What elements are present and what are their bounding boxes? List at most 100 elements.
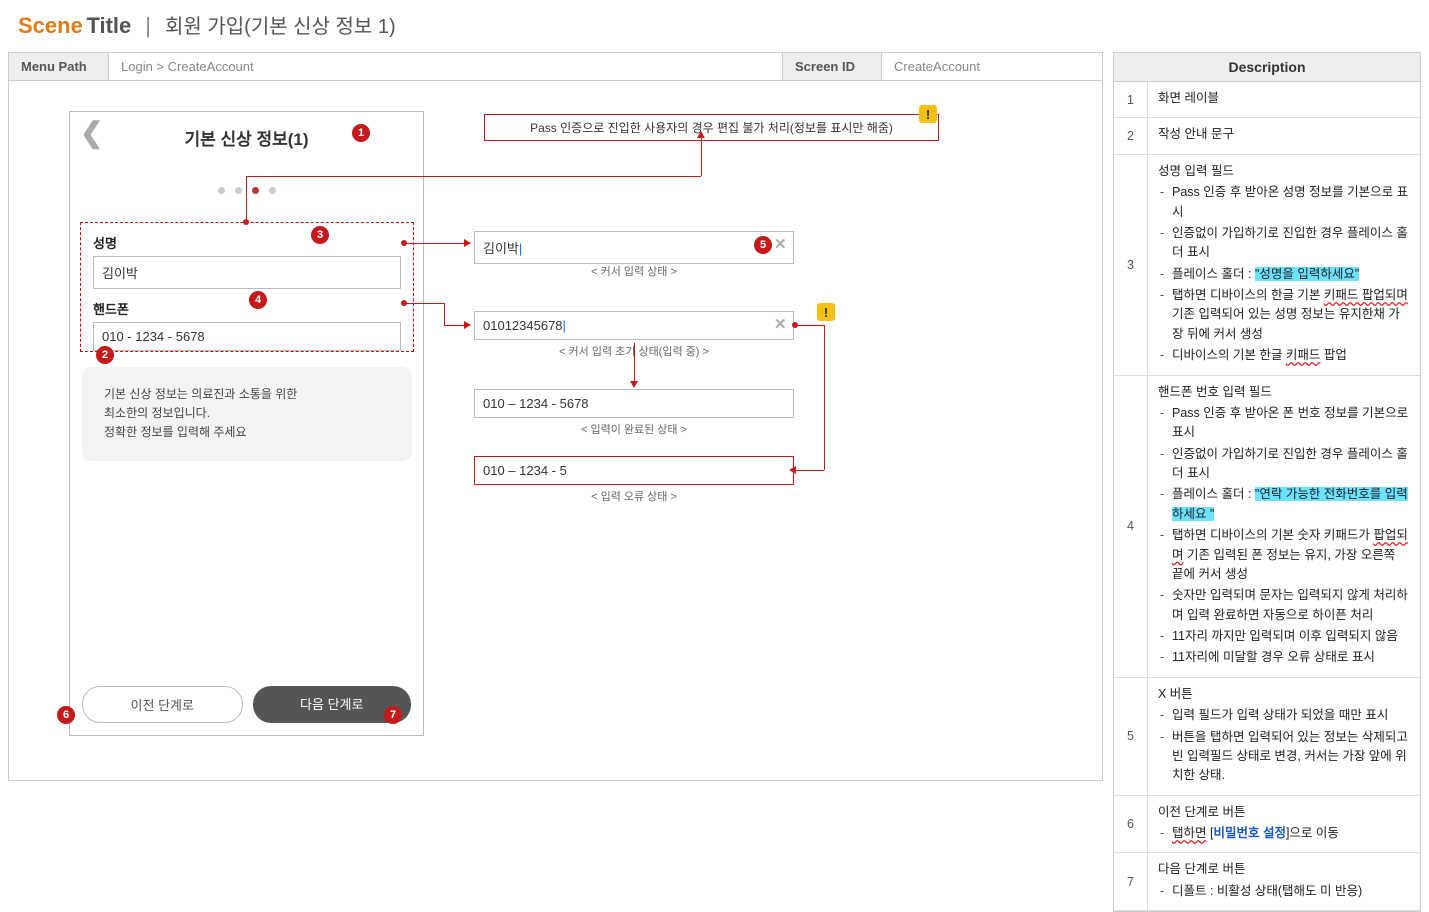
progress-dot [269,187,276,194]
annotation-marker-3: 3 [311,226,329,244]
guidance-message: 기본 신상 정보는 의료진과 소통을 위한 최소한의 정보입니다. 정확한 정보… [82,367,412,461]
description-item: 인증없이 가입하기로 진입한 경우 플레이스 홀더 표시 [1158,224,1410,263]
connector-dot [401,240,407,246]
state-caption-phone-error: < 입력 오류 상태 > [474,488,794,504]
editable-fields-group: 성명 김이박 핸드폰 010 - 1234 - 5678 [80,222,414,352]
progress-dot [218,187,225,194]
connector-line [444,325,466,326]
description-item: 디바이스의 기본 한글 키패드 팝업 [1158,346,1410,365]
description-item: 숫자만 입력되며 문자는 입력되지 않게 처리하며 입력 완료하면 자동으로 하… [1158,586,1410,625]
description-row-body: 다음 단계로 버튼디폴트 : 비활성 상태(탭해도 미 반응) [1148,853,1420,910]
warning-icon: ! [817,303,835,321]
description-row: 6이전 단계로 버튼탭하면 [비밀번호 설정]으로 이동 [1114,796,1420,854]
description-row: 7다음 단계로 버튼디폴트 : 비활성 상태(탭해도 미 반응) [1114,853,1420,911]
progress-dot-active [252,187,259,194]
annotation-marker-5: 5 [754,236,772,254]
text-cursor-icon: | [563,318,566,333]
menu-path-value: Login > CreateAccount [109,53,782,80]
clear-icon[interactable]: ✕ [774,315,787,333]
menu-path-label: Menu Path [9,53,109,80]
connector-dot [401,300,407,306]
connector-line [246,176,701,177]
description-row: 4핸드폰 번호 입력 필드Pass 인증 후 받아온 폰 번호 정보를 기본으로… [1114,376,1420,678]
description-item: 탭하면 디바이스의 기본 숫자 키패드가 팝업되며 기존 입력된 폰 정보는 유… [1158,526,1410,584]
connector-line [634,343,635,385]
description-row: 2 작성 안내 문구 [1114,118,1420,154]
meta-bar: Menu Path Login > CreateAccount Screen I… [8,52,1103,81]
description-item: 플레이스 홀더 : "연락 가능한 전화번호를 입력하세요 " [1158,485,1410,524]
prev-step-button[interactable]: 이전 단계로 [82,686,243,723]
phone-input[interactable]: 010 - 1234 - 5678 [93,322,401,351]
scene-label: Scene Title [18,13,131,39]
connector-dot [243,219,249,225]
annotation-marker-4: 4 [249,291,267,309]
connector-line [794,325,824,326]
text-cursor-icon: | [519,241,522,256]
connector-line [246,176,247,222]
description-row-number: 7 [1114,853,1148,910]
state-caption-name-cursor: < 커서 입력 상태 > [474,263,794,279]
guidance-line: 기본 신상 정보는 의료진과 소통을 위한 [104,385,390,404]
description-heading: Description [1114,53,1420,82]
description-item: 탭하면 디바이스의 한글 기본 키패드 팝업되며 기존 입력되어 있는 성명 정… [1158,286,1410,344]
description-row-number: 3 [1114,155,1148,375]
annotation-marker-7: 7 [384,706,402,724]
description-item: Pass 인증 후 받아온 폰 번호 정보를 기본으로 표시 [1158,404,1410,443]
description-row-title: 핸드폰 번호 입력 필드 [1158,383,1410,402]
description-row-body: X 버튼입력 필드가 입력 상태가 되었을 때만 표시버튼을 탭하면 입력되어 … [1148,678,1420,795]
annotation-marker-1: 1 [352,124,370,142]
description-row-body: 작성 안내 문구 [1148,118,1420,153]
state-caption-phone-done: < 입력이 완료된 상태 > [474,421,794,437]
description-row-number: 6 [1114,796,1148,853]
phone-input-typing-example: 01012345678| [474,311,794,340]
guidance-line: 최소한의 정보입니다. [104,404,390,423]
arrow-right-icon [464,321,471,329]
description-row-title: 성명 입력 필드 [1158,162,1410,181]
description-item: 플레이스 홀더 : "성명을 입력하세요" [1158,265,1410,284]
description-row-title: 이전 단계로 버튼 [1158,803,1410,822]
phone-input-done-example: 010 – 1234 - 5678 [474,389,794,418]
screen-id-label: Screen ID [782,53,882,80]
name-input-focused-example: 김이박| [474,231,794,264]
clear-icon[interactable]: ✕ [774,235,787,253]
page-subtitle: 회원 가입(기본 신상 정보 1) [165,10,396,39]
description-row-body: 성명 입력 필드 Pass 인증 후 받아온 성명 정보를 기본으로 표시인증없이… [1148,155,1420,375]
progress-dot [235,187,242,194]
page-header: Scene Title | 회원 가입(기본 신상 정보 1) [0,0,1429,52]
connector-line [794,470,824,471]
description-row-body: 화면 레이블 [1148,82,1420,117]
description-item: 11자리에 미달할 경우 오류 상태로 표시 [1158,648,1410,667]
phone-input-error-example: 010 – 1234 - 5 [474,456,794,485]
description-row-body: 핸드폰 번호 입력 필드 Pass 인증 후 받아온 폰 번호 정보를 기본으로 … [1148,376,1420,677]
connector-line [404,303,444,304]
arrow-down-icon [630,381,638,388]
annotation-marker-6: 6 [57,706,75,724]
connector-line [824,325,825,470]
connector-line [444,303,445,325]
arrow-right-icon [464,239,471,247]
description-row: 5X 버튼입력 필드가 입력 상태가 되었을 때만 표시버튼을 탭하면 입력되어… [1114,678,1420,796]
screen-id-value: CreateAccount [882,53,1102,80]
description-row-number: 2 [1114,118,1148,153]
connector-line [404,243,464,244]
name-label: 성명 [93,233,401,252]
description-item: 디폴트 : 비활성 상태(탭해도 미 반응) [1158,882,1410,901]
name-input[interactable]: 김이박 [93,256,401,289]
description-item: 탭하면 [비밀번호 설정]으로 이동 [1158,824,1410,843]
description-item: 입력 필드가 입력 상태가 되었을 때만 표시 [1158,706,1410,725]
arrow-left-icon [789,466,796,474]
screen-title: 기본 신상 정보(1) [184,125,308,150]
description-item: Pass 인증 후 받아온 성명 정보를 기본으로 표시 [1158,183,1410,222]
pass-auth-note: Pass 인증으로 진입한 사용자의 경우 편집 불가 처리(정보를 표시만 해… [484,114,939,141]
description-row-number: 5 [1114,678,1148,795]
back-chevron-icon[interactable]: ❮ [80,124,102,146]
description-item: 버튼을 탭하면 입력되어 있는 정보는 삭제되고 빈 입력필드 상태로 변경, … [1158,728,1410,786]
warning-icon: ! [919,105,937,123]
description-item: 11자리 까지만 입력되며 이후 입력되지 않음 [1158,627,1410,646]
description-row-title: 작성 안내 문구 [1158,125,1410,144]
header-separator: | [145,13,151,39]
description-row-number: 1 [1114,82,1148,117]
description-row-body: 이전 단계로 버튼탭하면 [비밀번호 설정]으로 이동 [1148,796,1420,853]
guidance-line: 정확한 정보를 입력해 주세요 [104,423,390,442]
description-item: 인증없이 가입하기로 진입한 경우 플레이스 홀더 표시 [1158,445,1410,484]
